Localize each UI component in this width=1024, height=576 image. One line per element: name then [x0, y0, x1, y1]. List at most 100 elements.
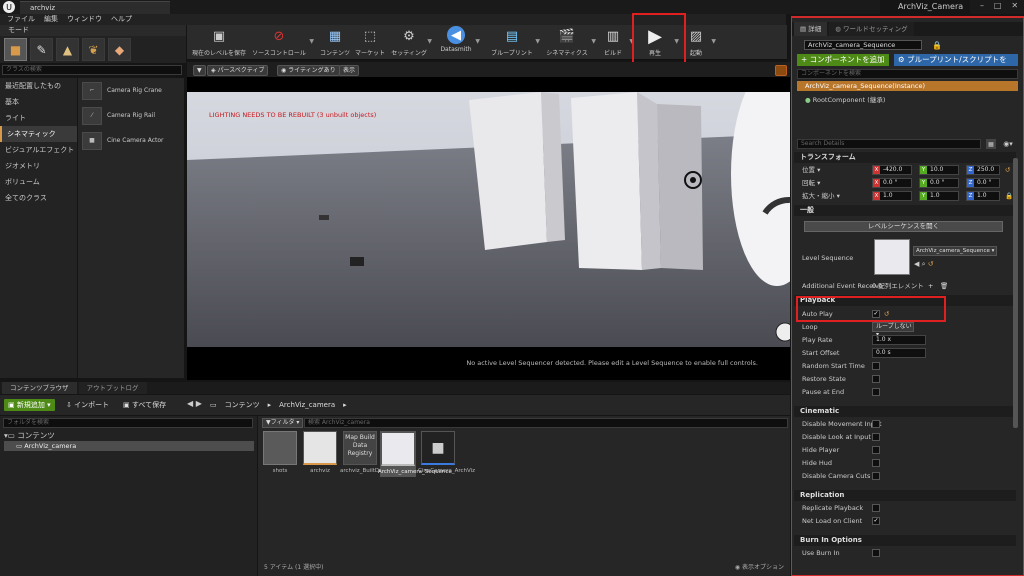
disable-camera-cuts-checkbox[interactable] [872, 472, 880, 480]
location-x[interactable]: X -420.0 [872, 165, 912, 175]
placeable-camera-rig-crane[interactable]: ⌐ Camera Rig Crane [78, 78, 184, 103]
foliage-mode-icon[interactable]: ❦ [82, 38, 105, 61]
lock-icon[interactable]: 🔒 [1005, 190, 1013, 202]
breadcrumb-archviz[interactable]: ArchViz_camera [279, 399, 335, 411]
reset-icon[interactable]: ↺ [1005, 164, 1010, 176]
menu-edit[interactable]: 編集 [44, 14, 58, 25]
asset-search-input[interactable]: 検索 ArchViz_camera [304, 418, 788, 428]
chevron-down-icon[interactable]: ▼ [475, 38, 480, 45]
viewport-options-button[interactable]: ▼ [193, 65, 206, 76]
pause-at-end-checkbox[interactable] [872, 388, 880, 396]
level-sequence-dropdown[interactable]: ArchViz_camera_Sequence ▾ [913, 246, 997, 256]
lock-icon[interactable]: 🔒 [932, 40, 942, 50]
datasmith-button[interactable]: ◀ Datasmith ▼ [439, 26, 480, 59]
build-button[interactable]: ▥ ビルド ▼ [599, 26, 634, 59]
asset-folder-shots[interactable]: shots [262, 431, 298, 475]
scale-y[interactable]: Y 1.0 [919, 191, 959, 201]
paint-mode-icon[interactable]: ✎ [30, 38, 53, 61]
open-level-sequence-button[interactable]: レベルシーケンスを開く [804, 221, 1003, 232]
menu-window[interactable]: ウィンドウ [67, 14, 102, 25]
import-button[interactable]: ⇩ インポート [66, 399, 109, 411]
random-start-checkbox[interactable] [872, 362, 880, 370]
category-lights[interactable]: ライト [0, 110, 77, 126]
blueprint-script-button[interactable]: ⚙ ブループリント/スクリプトを [894, 54, 1018, 66]
net-load-checkbox[interactable]: ✓ [872, 517, 880, 525]
geometry-mode-icon[interactable]: ◆ [108, 38, 131, 61]
hide-player-checkbox[interactable] [872, 446, 880, 454]
section-replication[interactable]: Replication [794, 490, 1016, 501]
details-scrollbar[interactable] [1013, 158, 1018, 428]
use-burn-in-checkbox[interactable] [872, 549, 880, 557]
location-y[interactable]: Y 10.0 [919, 165, 959, 175]
folder-search-input[interactable]: フォルダを検索 [3, 418, 253, 428]
chevron-down-icon[interactable]: ▼ [591, 38, 596, 45]
maximize-icon[interactable]: □ [994, 1, 1002, 13]
launch-button[interactable]: ▨ 起動 ▼ [683, 26, 716, 59]
add-component-button[interactable]: + コンポーネントを追加 ▾ [797, 54, 889, 76]
placeable-cine-camera-actor[interactable]: ■ Cine Camera Actor [78, 128, 184, 153]
scale-z[interactable]: Z 1.0 [966, 191, 1000, 201]
modes-tab[interactable]: モード [0, 25, 186, 36]
section-transform[interactable]: トランスフォーム [794, 152, 1016, 163]
start-offset-input[interactable]: 0.0 s [872, 348, 926, 358]
location-z[interactable]: Z 250.0 [966, 165, 1000, 175]
tree-root[interactable]: ▾▭ コンテンツ [4, 431, 254, 441]
save-level-button[interactable]: ▣ 現在のレベルを保存 [191, 26, 247, 59]
loop-dropdown[interactable]: ループしない ▾ [872, 322, 914, 338]
chevron-down-icon[interactable]: ▼ [309, 38, 314, 45]
menu-help[interactable]: ヘルプ [111, 14, 132, 25]
asset-archviz-camera-sequence[interactable]: ArchViz_camera_Sequence [378, 431, 452, 477]
add-new-button[interactable]: ▣ 新規追加 ▾ [4, 399, 55, 411]
replicate-playback-checkbox[interactable] [872, 504, 880, 512]
asset-cinecamera-archviz[interactable]: ■ CineCamera_ArchViz [418, 431, 475, 475]
component-search-input[interactable]: コンポーネントを検索 [797, 69, 1018, 79]
category-recent[interactable]: 最近配置したもの [0, 78, 77, 94]
landscape-mode-icon[interactable]: ▲ [56, 38, 79, 61]
cinematics-button[interactable]: 🎬 シネマティクス ▼ [545, 26, 596, 59]
minimize-icon[interactable]: – [980, 1, 984, 13]
actor-name-input[interactable]: ArchViz_camera_Sequence [804, 40, 922, 50]
sequence-browse-icons[interactable]: ◀ ⌕ ↺ [914, 260, 934, 269]
section-general[interactable]: 一般 [794, 205, 1016, 216]
placeable-camera-rig-rail[interactable]: ⁄ Camera Rig Rail [78, 103, 184, 128]
category-volumes[interactable]: ボリューム [0, 174, 77, 190]
details-search-input[interactable]: Search Details [797, 139, 981, 149]
component-root[interactable]: ● RootComponent (継承) [797, 95, 1018, 105]
sequence-thumbnail[interactable] [874, 239, 910, 275]
category-cinematic[interactable]: シネマティック [0, 126, 77, 142]
asset-archviz[interactable]: archviz [302, 431, 338, 475]
scale-x[interactable]: X 1.0 [872, 191, 912, 201]
maximize-viewport-icon[interactable] [775, 65, 787, 76]
blueprint-button[interactable]: ▤ ブループリント ▼ [491, 26, 540, 59]
content-button[interactable]: ▦ コンテンツ [319, 26, 351, 59]
tab-world-settings[interactable]: ◍ ワールドセッティング [829, 22, 914, 36]
section-burn-in[interactable]: Burn In Options [794, 535, 1016, 546]
tab-output-log[interactable]: アウトプットログ [78, 382, 147, 394]
lighting-button[interactable]: ◉ ライティングあり [277, 65, 340, 76]
category-visual-effects[interactable]: ビジュアルエフェクト [0, 142, 77, 158]
chevron-down-icon[interactable]: ▼ [427, 38, 432, 45]
back-forward-icon[interactable]: ◀ ▶ [187, 399, 202, 408]
level-viewport[interactable]: ▼ ◈ パースペクティブ ◉ ライティングあり 表示 LIGHTING NEED… [187, 62, 790, 380]
asset-archviz-builtdata[interactable]: Map Build Data Registry archviz_BuiltData [340, 431, 388, 475]
view-options-button[interactable]: ◉ 表示オプション [735, 562, 784, 571]
marketplace-button[interactable]: ⬚ マーケット [355, 26, 385, 59]
settings-button[interactable]: ⚙ セッティング ▼ [391, 26, 432, 59]
eye-icon[interactable]: ◉▾ [999, 139, 1017, 149]
restore-state-checkbox[interactable] [872, 375, 880, 383]
search-classes-input[interactable]: クラスの検索 [2, 65, 182, 75]
save-all-button[interactable]: ▣ すべて保存 [123, 399, 166, 411]
rotation-x[interactable]: X 0.0 ° [872, 178, 912, 188]
tab-details[interactable]: ▤ 詳細 [794, 22, 828, 36]
close-icon[interactable]: ✕ [1011, 1, 1018, 13]
rotation-z[interactable]: Z 0.0 ° [966, 178, 1000, 188]
breadcrumb-content[interactable]: コンテンツ [225, 399, 260, 411]
plus-icon[interactable]: + [928, 280, 933, 292]
perspective-button[interactable]: ◈ パースペクティブ [207, 65, 269, 76]
chevron-down-icon[interactable]: ▼ [711, 38, 716, 45]
grid-view-icon[interactable]: ▦ [986, 139, 996, 149]
trash-icon[interactable]: 🗑 [940, 280, 948, 292]
disable-movement-checkbox[interactable] [872, 420, 880, 428]
tree-child[interactable]: ▭ ArchViz_camera [4, 441, 254, 451]
hide-hud-checkbox[interactable] [872, 459, 880, 467]
